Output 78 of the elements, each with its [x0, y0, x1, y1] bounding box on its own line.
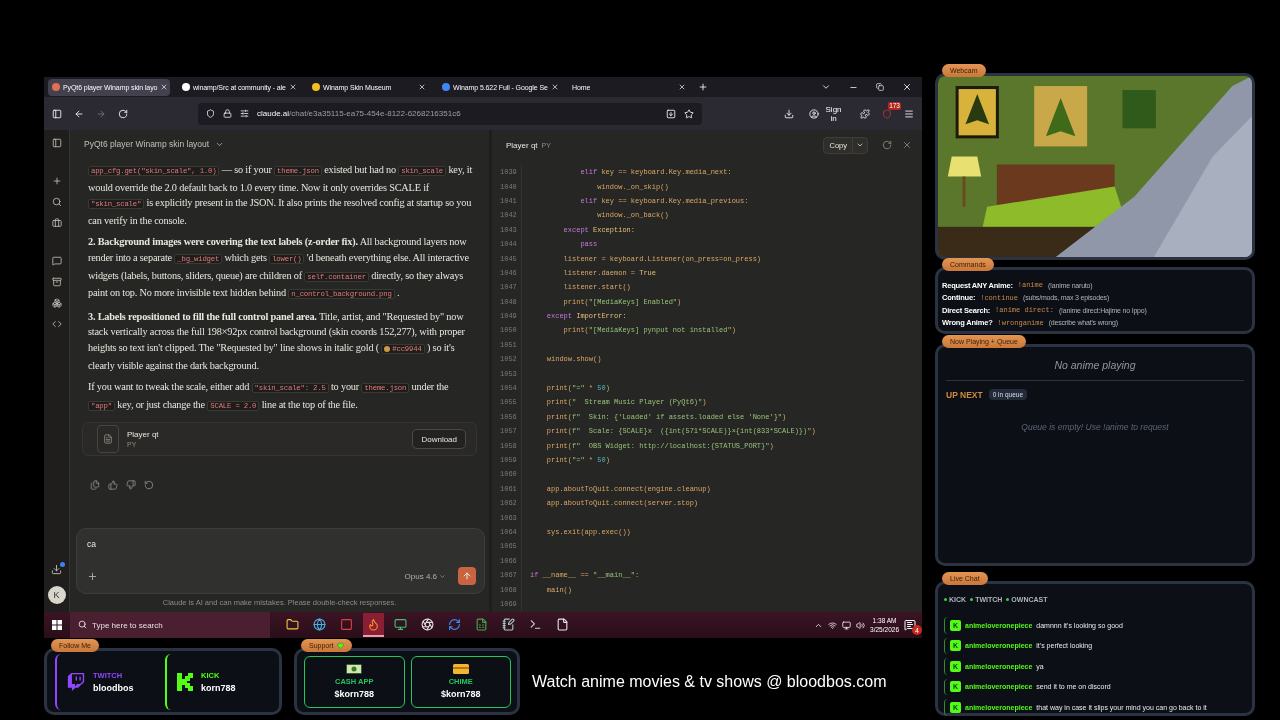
- tagline-text: Watch anime movies & tv shows @ bloodbos.com: [532, 672, 887, 691]
- queue-empty-text: Queue is empty! Use !anime to request: [1020, 422, 1170, 432]
- handle-text: bloodbos: [93, 682, 134, 693]
- thumbs-up-icon[interactable]: [108, 480, 118, 491]
- close-icon[interactable]: [160, 83, 169, 91]
- message-input[interactable]: ca Opus 4.6: [76, 528, 485, 594]
- copy-icon[interactable]: [90, 480, 100, 491]
- account-icon: [809, 108, 820, 119]
- twitch-icon: [67, 672, 85, 691]
- status-dot: [970, 598, 974, 601]
- close-icon[interactable]: [288, 83, 297, 91]
- k-logo-icon: [177, 672, 193, 691]
- menu-icon[interactable]: [904, 108, 914, 119]
- lock-icon: [223, 109, 232, 118]
- heart-icon: [336, 642, 344, 649]
- windows-logo-icon[interactable]: [52, 620, 62, 630]
- plus-icon[interactable]: [51, 176, 62, 186]
- search-icon: [78, 620, 87, 629]
- close-icon[interactable]: [550, 83, 559, 91]
- user-avatar[interactable]: K: [47, 586, 66, 604]
- chevron-down-icon: [439, 572, 446, 580]
- address-bar[interactable]: claude.ai/chat/e3a35115-ea75-454e-8122-6268216351c6: [198, 102, 703, 125]
- status-dot: [1006, 598, 1010, 601]
- sign-in-button[interactable]: Sign in: [806, 102, 848, 125]
- handle-text: korn788: [201, 682, 236, 693]
- notifications-icon[interactable]: [904, 619, 916, 631]
- handle-text: $korn788: [334, 689, 374, 699]
- archive-icon[interactable]: [51, 277, 62, 287]
- arrow-up-icon: [462, 571, 472, 581]
- chat-title[interactable]: PyQt6 player Winamp skin layout: [84, 139, 210, 149]
- back-icon[interactable]: [74, 108, 84, 119]
- briefcase-icon[interactable]: [51, 218, 62, 228]
- flame-icon[interactable]: [363, 613, 384, 637]
- file-name: Player qt: [127, 430, 160, 440]
- chevron-down-icon[interactable]: [821, 82, 831, 92]
- install-icon[interactable]: [666, 108, 677, 119]
- monitor-icon[interactable]: [842, 620, 852, 630]
- code-icon[interactable]: [51, 319, 62, 329]
- boxes-icon[interactable]: [51, 298, 62, 308]
- up-next-heading: UP NEXT: [946, 389, 983, 400]
- model-selector[interactable]: Opus 4.6: [398, 570, 452, 582]
- star-icon[interactable]: [684, 108, 695, 119]
- close-icon[interactable]: [418, 83, 426, 91]
- reload-icon[interactable]: [118, 108, 128, 119]
- refresh-icon[interactable]: [882, 140, 892, 150]
- sliders-icon: [240, 109, 249, 118]
- restore-icon[interactable]: [876, 83, 884, 91]
- card-icon: [452, 664, 469, 674]
- send-button[interactable]: [458, 567, 476, 585]
- thumbs-down-icon[interactable]: [126, 480, 136, 491]
- download-button[interactable]: Download: [412, 429, 466, 450]
- sidebar-icon[interactable]: [51, 138, 62, 148]
- plus-icon[interactable]: [87, 570, 98, 582]
- forward-icon[interactable]: [96, 108, 106, 119]
- handle-text: $korn788: [441, 689, 481, 699]
- favicon-icon: [52, 83, 60, 91]
- speaker-icon[interactable]: [856, 620, 866, 630]
- close-icon[interactable]: [678, 83, 686, 91]
- chat-icon[interactable]: [51, 256, 62, 266]
- extensions-icon[interactable]: [860, 108, 870, 119]
- download-icon[interactable]: [51, 564, 62, 575]
- shield-icon: [206, 109, 215, 118]
- file-icon: [97, 425, 119, 454]
- favicon-icon: [442, 83, 450, 91]
- new-tab-icon[interactable]: [698, 82, 708, 92]
- url-text: claude.ai/chat/e3a35115-ea75-454e-8122-6268216351c6: [257, 109, 462, 118]
- favicon-icon: [312, 83, 320, 91]
- search-field[interactable]: Type here to search: [70, 612, 270, 638]
- search-icon[interactable]: [51, 197, 62, 207]
- status-dot: [944, 598, 947, 601]
- retry-icon[interactable]: [144, 480, 154, 491]
- banknote-icon: [346, 664, 363, 674]
- playing-status: No anime playing: [946, 359, 1244, 381]
- download-icon[interactable]: [784, 108, 795, 119]
- network-icon[interactable]: [828, 620, 838, 630]
- close-icon[interactable]: [902, 82, 912, 92]
- file-title: Player qt: [506, 140, 538, 150]
- favicon-icon: [182, 83, 190, 91]
